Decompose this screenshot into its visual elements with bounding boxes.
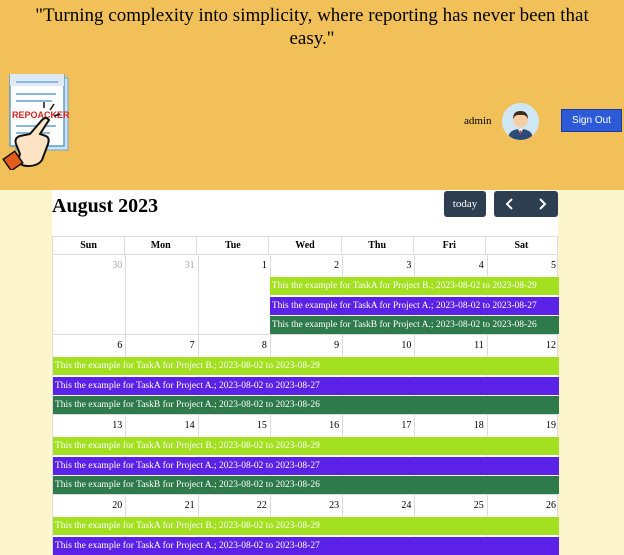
day-number[interactable]: 26: [546, 500, 556, 511]
day-number[interactable]: 1: [262, 260, 267, 271]
weekday-label: Tue: [196, 237, 268, 254]
day-number[interactable]: 6: [117, 340, 122, 351]
day-number[interactable]: 22: [257, 500, 267, 511]
calendar-event[interactable]: This the example for TaskA for Project B…: [53, 357, 559, 375]
day-number[interactable]: 2: [334, 260, 339, 271]
calendar-event[interactable]: This the example for TaskA for Project A…: [53, 536, 559, 555]
day-number[interactable]: 4: [479, 260, 484, 271]
weekday-label: Thu: [340, 237, 413, 254]
week-row: 13 14 15 16 17 18 19 This the example for TaskA…: [52, 415, 559, 495]
day-number[interactable]: 9: [334, 340, 339, 351]
weekday-label: Sun: [80, 240, 97, 251]
day-number[interactable]: 16: [329, 420, 339, 431]
calendar: August 2023 today Sun Mon Tue Wed Thu Fr…: [52, 190, 559, 555]
weekday-label: Fri: [412, 237, 485, 254]
calendar-event[interactable]: This the example for TaskB for Project A…: [53, 476, 559, 494]
day-cell[interactable]: 1: [197, 255, 270, 335]
day-cell[interactable]: 30: [53, 255, 125, 335]
chevron-right-icon: [539, 198, 547, 210]
user-name: admin: [464, 115, 492, 127]
day-cell[interactable]: 31: [125, 255, 197, 335]
calendar-event[interactable]: This the example for TaskA for Project A…: [269, 296, 559, 315]
calendar-event[interactable]: This the example for TaskA for Project A…: [53, 456, 559, 475]
day-number[interactable]: 24: [401, 500, 411, 511]
svg-text:REPOACKER: REPOACKER: [12, 110, 70, 120]
calendar-event[interactable]: This the example for TaskB for Project A…: [269, 316, 559, 334]
calendar-event[interactable]: This the example for TaskA for Project B…: [269, 277, 559, 295]
weekday-label: Wed: [268, 237, 340, 254]
chevron-left-icon: [505, 198, 513, 210]
calendar-event[interactable]: This the example for TaskA for Project A…: [53, 376, 559, 395]
day-number[interactable]: 18: [474, 420, 484, 431]
repoacker-logo: REPOACKER: [2, 74, 70, 170]
day-number[interactable]: 21: [185, 500, 195, 511]
calendar-event[interactable]: This the example for TaskA for Project B…: [53, 437, 559, 455]
week-rows: 30 31 1 2 3 4 5 This the example for TaskA for …: [52, 255, 559, 555]
week-row: 6 7 8 9 10 11 12 This the example for TaskA for…: [52, 335, 559, 415]
day-number[interactable]: 12: [546, 340, 556, 351]
day-number[interactable]: 14: [185, 420, 195, 431]
user-avatar-icon: [502, 103, 539, 140]
day-number[interactable]: 17: [401, 420, 411, 431]
weekday-label: Sat: [484, 237, 557, 254]
weekday-header: Sun Mon Tue Wed Thu Fri Sat: [52, 236, 558, 255]
day-number[interactable]: 25: [474, 500, 484, 511]
day-number[interactable]: 23: [329, 500, 339, 511]
day-number[interactable]: 5: [551, 260, 556, 271]
day-number[interactable]: 8: [262, 340, 267, 351]
week-row: 20 21 22 23 24 25 26 This the example for TaskA…: [52, 495, 559, 555]
calendar-grid: Sun Mon Tue Wed Thu Fri Sat 30 31 1 2 3 4 5 Thi…: [52, 236, 559, 555]
week-row: 30 31 1 2 3 4 5 This the example for TaskA for …: [52, 255, 559, 335]
day-number[interactable]: 30: [112, 260, 122, 271]
calendar-event[interactable]: This the example for TaskB for Project A…: [53, 396, 559, 414]
prev-month-button[interactable]: [494, 191, 526, 217]
day-number[interactable]: 7: [190, 340, 195, 351]
next-month-button[interactable]: [526, 191, 558, 217]
tagline: "Turning complexity into simplicity, whe…: [35, 5, 589, 49]
day-number[interactable]: 10: [401, 340, 411, 351]
calendar-event[interactable]: This the example for TaskA for Project B…: [53, 517, 559, 535]
day-number[interactable]: 19: [546, 420, 556, 431]
day-number[interactable]: 11: [474, 340, 484, 351]
sign-out-button[interactable]: Sign Out: [561, 109, 622, 132]
day-number[interactable]: 20: [112, 500, 122, 511]
calendar-title: August 2023: [52, 195, 159, 217]
day-number[interactable]: 13: [112, 420, 122, 431]
page-header: "Turning complexity into simplicity, whe…: [0, 0, 624, 190]
month-nav: [494, 191, 558, 217]
weekday-label: Mon: [124, 237, 196, 254]
avatar[interactable]: [502, 103, 539, 140]
day-number[interactable]: 15: [257, 420, 267, 431]
today-button[interactable]: today: [444, 191, 486, 217]
day-number[interactable]: 31: [185, 260, 195, 271]
day-number[interactable]: 3: [406, 260, 411, 271]
